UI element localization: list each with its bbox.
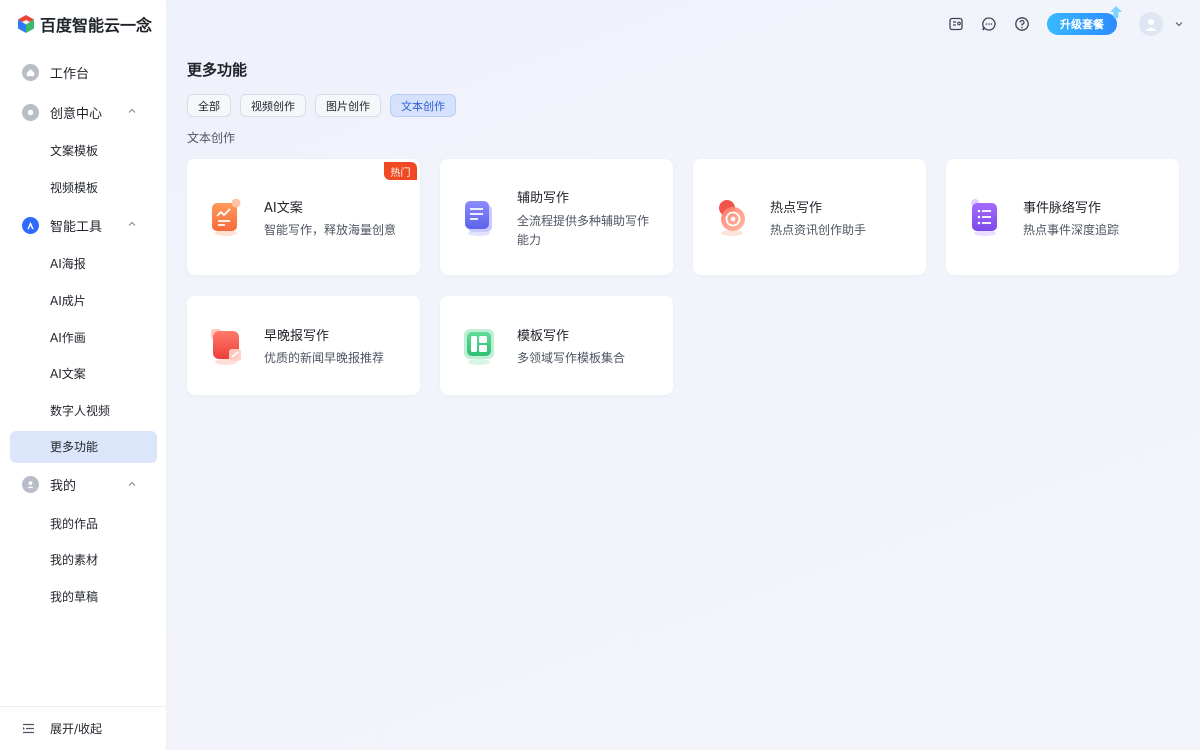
- card-description: 热点资讯创作助手: [770, 223, 867, 237]
- feature-card-template-writing[interactable]: 模板写作 多领域写作模板集合: [440, 296, 673, 395]
- logo[interactable]: 百度智能云一念: [16, 12, 152, 36]
- sidebar-group-smart-tools[interactable]: 智能工具: [0, 205, 167, 245]
- sidebar-group-creative[interactable]: 创意中心: [0, 92, 167, 132]
- feature-card-ai-copy[interactable]: AI文案 智能写作，释放海量创意 热门: [187, 159, 420, 275]
- message-icon[interactable]: [981, 16, 997, 32]
- event-timeline-icon: [971, 199, 997, 236]
- assist-writing-icon: [465, 201, 492, 236]
- sidebar-item-my-assets[interactable]: 我的素材: [0, 542, 167, 579]
- sidebar-item-ai-copywriting[interactable]: AI文案: [0, 355, 167, 392]
- topbar: 升级套餐: [931, 6, 1184, 38]
- card-title: AI文案: [264, 201, 303, 216]
- page-title: 更多功能: [187, 61, 248, 79]
- logo-cube-icon: [18, 15, 34, 33]
- card-title: 辅助写作: [517, 191, 570, 206]
- template-icon: [464, 329, 494, 365]
- hotspot-icon: [719, 200, 745, 236]
- card-description: 优质的新闻早晚报推荐: [264, 351, 385, 365]
- sidebar-item-workspace[interactable]: 工作台: [0, 52, 167, 92]
- collapse-label: 展开/收起: [50, 722, 103, 736]
- chevron-up-icon[interactable]: [127, 219, 137, 229]
- upgrade-label: 升级套餐: [1060, 18, 1104, 31]
- card-title: 早晚报写作: [264, 329, 330, 344]
- sidebar-item-video-templates[interactable]: 视频模板: [0, 169, 167, 206]
- sidebar: 百度智能云一念 工作台 创意中心 文案模板 视频模板 智能工具 AI海报 AI成…: [0, 0, 167, 750]
- feature-card-daily-report[interactable]: 早晚报写作 优质的新闻早晚报推荐: [187, 296, 420, 395]
- sidebar-item-ai-painting[interactable]: AI作画: [0, 319, 167, 356]
- home-icon: [22, 63, 39, 81]
- tab-text-creation[interactable]: 文本创作: [390, 94, 456, 117]
- feature-card-assist-writing[interactable]: 辅助写作 全流程提供多种辅助写作能力: [440, 159, 673, 275]
- sidebar-item-more-features[interactable]: 更多功能: [10, 430, 157, 463]
- sidebar-group-mine[interactable]: 我的: [0, 465, 167, 505]
- smart-tools-icon: [22, 216, 39, 234]
- card-title: 事件脉络写作: [1023, 201, 1102, 216]
- card-description: 智能写作，释放海量创意: [264, 223, 397, 237]
- sidebar-item-ai-video[interactable]: AI成片: [0, 282, 167, 319]
- tab-image-creation[interactable]: 图片创作: [315, 94, 381, 117]
- user-icon: [22, 476, 39, 494]
- sidebar-item-my-works[interactable]: 我的作品: [0, 505, 167, 542]
- feature-card-event-timeline[interactable]: 事件脉络写作 热点事件深度追踪: [946, 159, 1179, 275]
- card-description: 全流程提供多种辅助写作能力: [517, 214, 650, 247]
- sidebar-nav: 工作台 创意中心 文案模板 视频模板 智能工具 AI海报 AI成片 AI作画 A…: [0, 52, 167, 615]
- collapse-menu-icon: [23, 723, 34, 734]
- logo-text: 百度智能云一念: [40, 16, 153, 35]
- chevron-up-icon[interactable]: [127, 106, 137, 116]
- hot-badge: 热门: [384, 162, 417, 180]
- category-tabs: 全部 视频创作 图片创作 文本创作: [187, 94, 456, 117]
- tab-all[interactable]: 全部: [187, 94, 231, 117]
- feature-card-hotspot-writing[interactable]: 热点写作 热点资讯创作助手: [693, 159, 926, 275]
- sidebar-group-label: 创意中心: [50, 106, 103, 122]
- ai-copy-icon: [212, 199, 241, 236]
- sidebar-item-copy-templates[interactable]: 文案模板: [0, 132, 167, 169]
- card-icon[interactable]: [948, 16, 964, 32]
- upgrade-plan-button[interactable]: 升级套餐: [1047, 6, 1122, 35]
- sidebar-collapse-toggle[interactable]: 展开/收起: [0, 706, 167, 750]
- card-title: 模板写作: [517, 329, 570, 344]
- card-description: 热点事件深度追踪: [1023, 223, 1120, 237]
- sidebar-group-label: 智能工具: [50, 219, 103, 235]
- sidebar-item-label: 工作台: [50, 66, 90, 82]
- sidebar-item-digital-human[interactable]: 数字人视频: [0, 392, 167, 429]
- arrow-up-icon: [1110, 6, 1122, 18]
- sidebar-group-label: 我的: [50, 479, 77, 495]
- tab-video-creation[interactable]: 视频创作: [240, 94, 306, 117]
- sidebar-item-ai-poster[interactable]: AI海报: [0, 245, 167, 282]
- sidebar-item-my-drafts[interactable]: 我的草稿: [0, 578, 167, 615]
- creative-icon: [22, 103, 39, 121]
- daily-report-icon: [211, 329, 241, 365]
- help-icon[interactable]: [1014, 16, 1030, 32]
- user-avatar[interactable]: [1139, 12, 1163, 36]
- chevron-down-icon[interactable]: [1174, 19, 1184, 29]
- card-description: 多领域写作模板集合: [517, 351, 626, 365]
- card-title: 热点写作: [770, 201, 823, 216]
- section-label: 文本创作: [187, 131, 236, 145]
- chevron-up-icon[interactable]: [127, 479, 137, 489]
- avatar-user-icon: [1145, 19, 1157, 31]
